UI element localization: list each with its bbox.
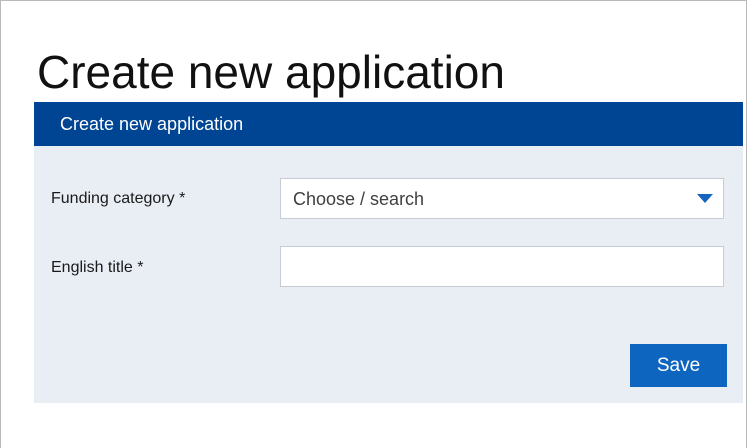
panel-header: Create new application	[34, 102, 743, 146]
save-button[interactable]: Save	[630, 344, 727, 387]
english-title-input[interactable]	[280, 246, 724, 287]
chevron-down-icon[interactable]	[697, 194, 713, 203]
funding-category-label: Funding category *	[51, 190, 186, 207]
page-frame: Create new application Create new applic…	[0, 0, 747, 448]
page-title: Create new application	[37, 45, 505, 98]
funding-category-select[interactable]: Choose / search	[280, 178, 724, 219]
english-title-label: English title *	[51, 259, 144, 276]
funding-category-value: Choose / search	[293, 189, 425, 209]
create-application-panel: Create new application Funding category …	[34, 102, 743, 403]
